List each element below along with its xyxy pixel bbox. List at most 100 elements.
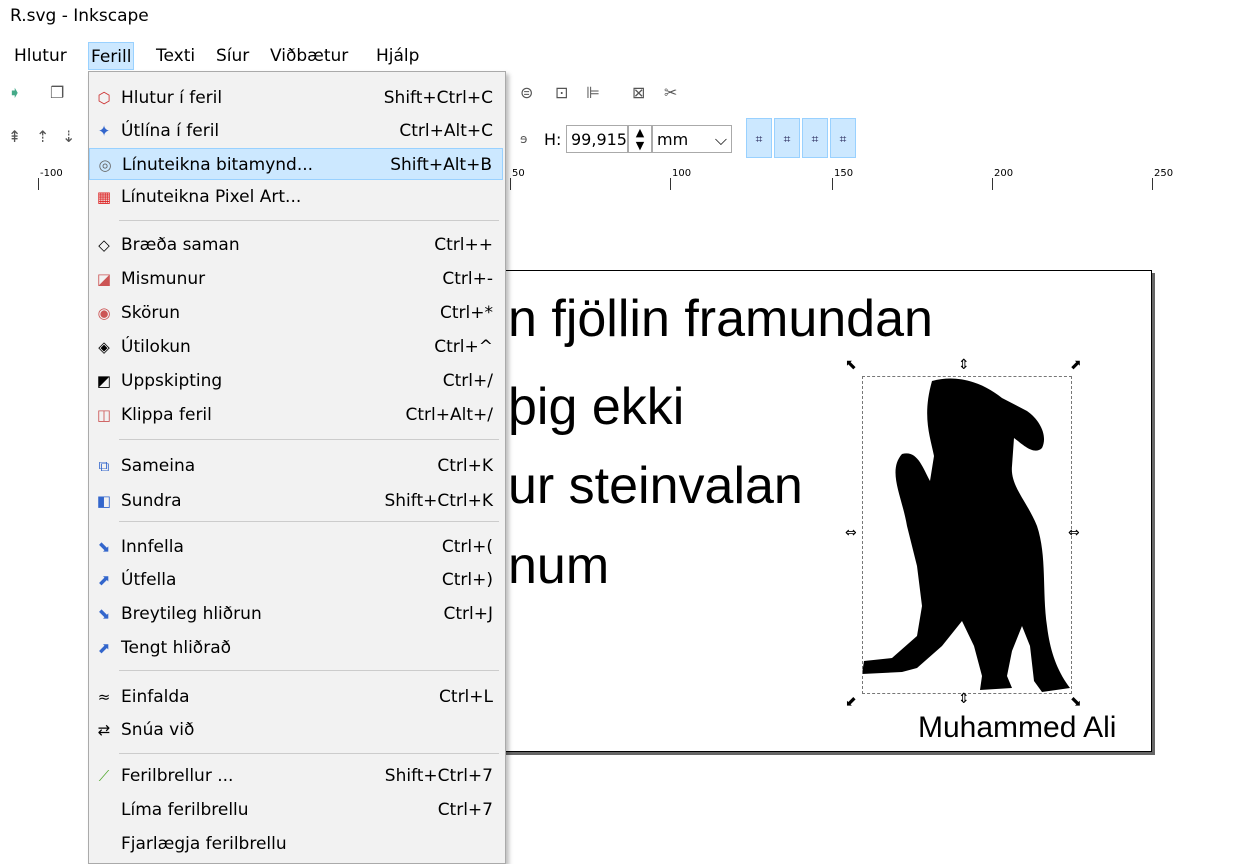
unit-select[interactable]: mm ⌵ [652, 125, 732, 153]
raise-to-top-icon[interactable]: ⇞ [8, 127, 21, 147]
menu-item-trace-bitmap[interactable]: ◎ Línuteikna bitamynd... Shift+Alt+B [89, 148, 503, 180]
selection-bounding-box [862, 376, 1072, 694]
menu-item-stroke-to-path[interactable]: ✦ Útlína í feril Ctrl+Alt+C [89, 115, 503, 147]
menu-separator [119, 521, 499, 522]
scale-handle-icon[interactable]: ⇕ [958, 692, 970, 706]
lower-icon[interactable]: ⇣ [62, 127, 75, 147]
exclusion-icon: ◈ [98, 338, 110, 356]
preferences-icon[interactable]: ✂ [664, 83, 677, 103]
move-gradients-button[interactable]: ⌗ [802, 118, 828, 158]
menu-separator [119, 753, 499, 754]
text-line[interactable]: þig ekki [508, 379, 684, 435]
menu-separator [119, 670, 499, 671]
menubar: Hlutur Ferill Texti Síur Viðbætur Hjálp [0, 40, 1255, 70]
trace-pixel-art-icon: ▦ [96, 188, 112, 206]
menu-ferill[interactable]: Ferill [88, 42, 135, 70]
scale-handle-icon[interactable]: ⬊ [1070, 695, 1082, 709]
combine-icon: ⧉ [98, 457, 110, 475]
menu-hlutur[interactable]: Hlutur [12, 42, 69, 70]
ruler-label: -100 [40, 168, 63, 179]
scale-handle-icon[interactable]: ⬋ [845, 695, 857, 709]
text-line[interactable]: num [508, 538, 609, 594]
raise-icon[interactable]: ⇡ [36, 127, 49, 147]
menu-item-break-apart[interactable]: ◧ Sundra Shift+Ctrl+K [89, 485, 503, 517]
ruler-label: 50 [512, 168, 525, 179]
ruler-tick [1152, 178, 1153, 190]
outset-icon: ⬈ [97, 571, 111, 589]
scale-handle-icon[interactable]: ⬈ [1070, 358, 1082, 372]
menu-item-linked-offset[interactable]: ⬈ Tengt hliðrað [89, 632, 503, 664]
align-icon[interactable]: ⊫ [586, 83, 600, 103]
menu-siur[interactable]: Síur [214, 42, 251, 70]
division-icon: ◩ [96, 372, 112, 390]
scale-handle-icon[interactable]: ⬉ [845, 358, 857, 372]
move-patterns-button[interactable]: ⌗ [830, 118, 856, 158]
copy-icon[interactable]: ❐ [50, 83, 64, 103]
menu-item-paste-path-effect[interactable]: Líma ferilbrellu Ctrl+7 [89, 794, 503, 826]
ruler-tick [992, 178, 993, 190]
xml-editor-icon[interactable]: ⊡ [555, 83, 568, 103]
scale-stroke-button[interactable]: ⌗ [746, 118, 772, 158]
menu-vidbaetur[interactable]: Viðbætur [268, 42, 350, 70]
menu-item-path-effects[interactable]: ⟋ Ferilbrellur ... Shift+Ctrl+7 [89, 760, 503, 792]
menu-texti[interactable]: Texti [154, 42, 197, 70]
object-to-path-icon: ⬡ [97, 89, 111, 107]
break-apart-icon: ◧ [96, 492, 112, 510]
menu-item-simplify[interactable]: ≈ Einfalda Ctrl+L [89, 681, 503, 713]
menu-separator [119, 220, 499, 221]
menu-item-trace-pixel-art[interactable]: ▦ Línuteikna Pixel Art... [89, 181, 503, 213]
caption-text[interactable]: Muhammed Ali [918, 711, 1116, 745]
trace-bitmap-icon: ◎ [98, 156, 112, 174]
document-properties-icon[interactable]: ⊠ [632, 83, 645, 103]
menu-item-division[interactable]: ◩ Uppskipting Ctrl+/ [89, 365, 503, 397]
menu-separator [119, 439, 499, 440]
scale-corners-button[interactable]: ⌗ [774, 118, 800, 158]
menu-item-remove-path-effect[interactable]: Fjarlægja ferilbrellu [89, 828, 503, 860]
height-stepper[interactable]: ▲ ▼ [628, 125, 652, 153]
ruler-label: 150 [834, 168, 854, 179]
unit-value: mm [657, 130, 689, 149]
cut-path-icon: ◫ [96, 406, 112, 424]
ruler-label: 100 [672, 168, 692, 179]
dynamic-offset-icon: ⬊ [97, 605, 111, 623]
scale-handle-icon[interactable]: ⇔ [845, 526, 857, 540]
ruler-label: 250 [1154, 168, 1174, 179]
group-icon[interactable]: ⊜ [520, 83, 533, 103]
ruler-label: 200 [994, 168, 1014, 179]
intersection-icon: ◉ [97, 304, 111, 322]
import-icon[interactable]: ➧ [8, 83, 21, 103]
menu-item-cut-path[interactable]: ◫ Klippa feril Ctrl+Alt+/ [89, 399, 503, 431]
menu-item-exclusion[interactable]: ◈ Útilokun Ctrl+^ [89, 331, 503, 363]
lock-ratio-icon[interactable]: ɘ [520, 129, 527, 149]
linked-offset-icon: ⬈ [97, 639, 111, 657]
menu-hjalp[interactable]: Hjálp [374, 42, 421, 70]
ruler-tick [510, 178, 511, 190]
text-line[interactable]: n fjöllin framundan [508, 291, 933, 347]
stroke-to-path-icon: ✦ [97, 122, 111, 140]
height-input[interactable]: 99,915 [566, 125, 628, 153]
ruler-tick [670, 178, 671, 190]
reverse-icon: ⇄ [97, 721, 111, 739]
menu-item-outset[interactable]: ⬈ Útfella Ctrl+) [89, 564, 503, 596]
height-label: H: [544, 130, 562, 149]
menu-item-dynamic-offset[interactable]: ⬊ Breytileg hliðrun Ctrl+J [89, 598, 503, 630]
menu-item-union[interactable]: ◇ Bræða saman Ctrl++ [89, 229, 503, 261]
chevron-down-icon: ⌵ [714, 130, 727, 149]
difference-icon: ◪ [96, 270, 112, 288]
menu-item-combine[interactable]: ⧉ Sameina Ctrl+K [89, 450, 503, 482]
scale-handle-icon[interactable]: ⇕ [958, 358, 970, 372]
menu-item-inset[interactable]: ⬊ Innfella Ctrl+( [89, 531, 503, 563]
window-titlebar: R.svg - Inkscape [0, 0, 1255, 32]
text-line[interactable]: ur steinvalan [508, 458, 803, 514]
scale-handle-icon[interactable]: ⇔ [1068, 526, 1080, 540]
menu-item-reverse[interactable]: ⇄ Snúa við [89, 714, 503, 746]
simplify-icon: ≈ [97, 688, 111, 706]
ruler-tick [832, 178, 833, 190]
window-title: R.svg - Inkscape [10, 6, 149, 26]
inset-icon: ⬊ [97, 538, 111, 556]
menu-item-difference[interactable]: ◪ Mismunur Ctrl+- [89, 263, 503, 295]
menu-item-object-to-path[interactable]: ⬡ Hlutur í feril Shift+Ctrl+C [89, 82, 503, 114]
menu-item-intersection[interactable]: ◉ Skörun Ctrl+* [89, 297, 503, 329]
union-icon: ◇ [98, 236, 110, 254]
path-menu-dropdown: ⬡ Hlutur í feril Shift+Ctrl+C ✦ Útlína í fe… [88, 71, 506, 864]
